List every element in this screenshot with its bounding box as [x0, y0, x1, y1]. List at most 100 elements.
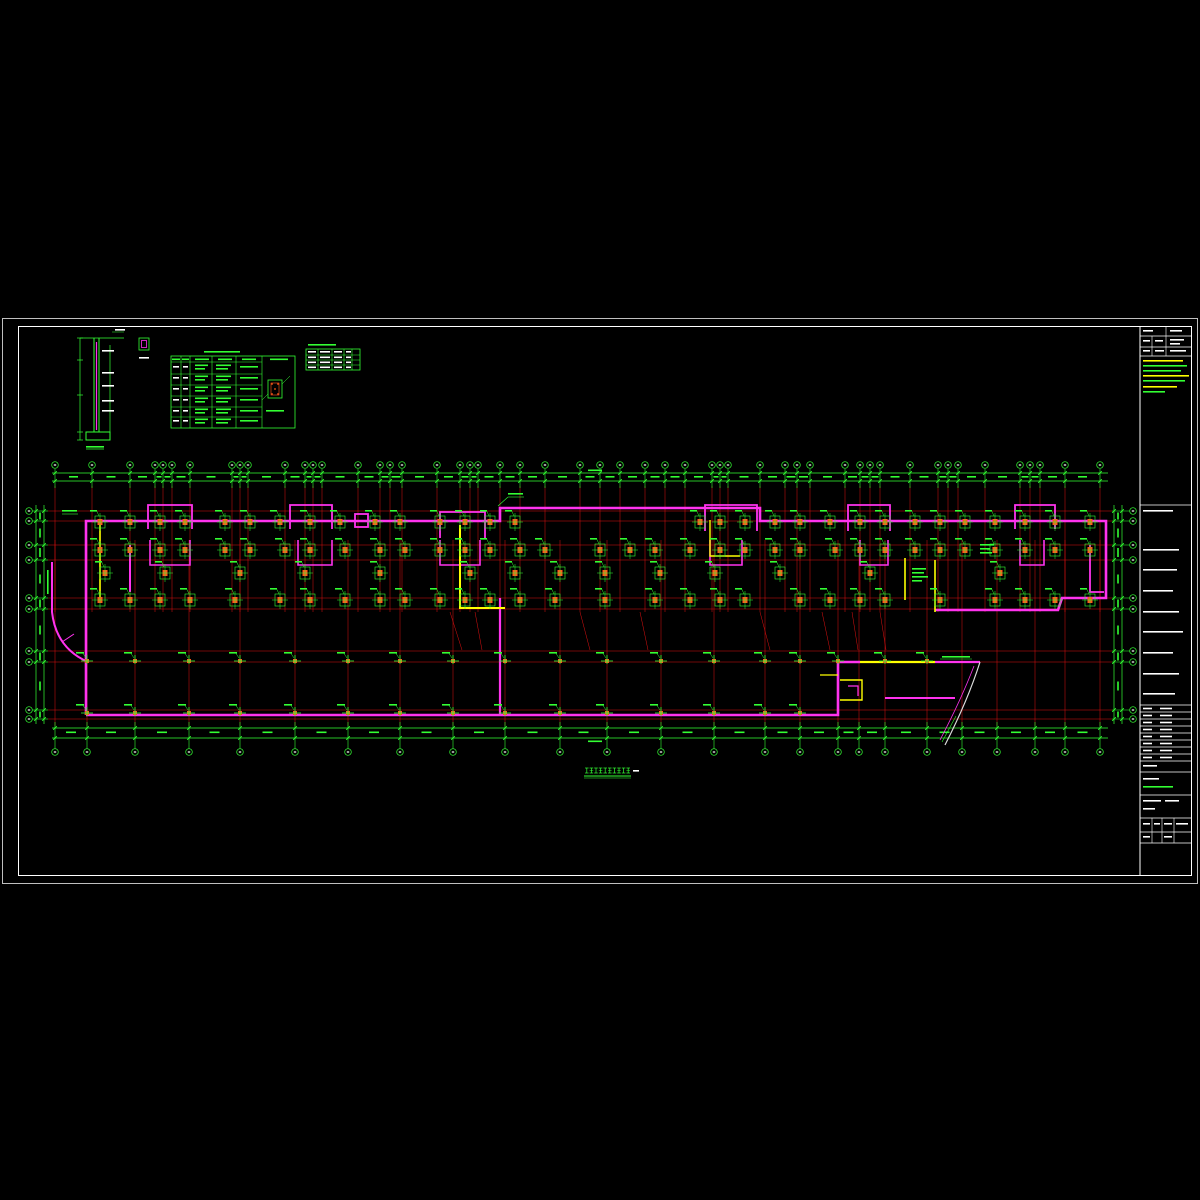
illegible-text-mark: [1143, 765, 1157, 767]
dimension-text-mark: [1011, 731, 1021, 734]
column-tag-mark: [430, 588, 437, 590]
dimension-text-mark: [721, 476, 727, 478]
dimension-text-mark: [364, 476, 374, 478]
dimension-text-mark: [391, 476, 401, 478]
title-block-text-mark: [1160, 721, 1172, 724]
column-tag-mark: [460, 561, 467, 563]
dimension-text-mark: [734, 731, 745, 734]
axis-bubble-label-mark: [1131, 520, 1135, 522]
dimension-text-mark: [901, 731, 911, 734]
wall-section-elevation-mark: [115, 329, 125, 331]
table-cell-mark: [183, 388, 188, 390]
column-tag-mark: [1045, 510, 1052, 512]
column-tag-mark: [850, 510, 857, 512]
dimension-text-mark: [290, 476, 300, 478]
dimension-text-mark: [578, 731, 589, 734]
annotation-text-mark: [980, 544, 994, 546]
axis-bubble-label-mark: [128, 464, 132, 466]
title-block-text-mark: [1143, 652, 1173, 654]
dimension-text-mark: [1117, 574, 1119, 584]
illegible-text-mark: [1143, 800, 1161, 802]
column-tag-mark: [330, 510, 337, 512]
dimension-text-mark: [39, 625, 41, 635]
column-tag-mark: [860, 561, 867, 563]
title-block-text-mark: [1143, 549, 1179, 551]
dimension-text-mark: [861, 476, 869, 478]
column-tag-mark: [95, 561, 102, 563]
axis-bubble-label-mark: [153, 464, 157, 466]
title-block-text-mark: [1160, 707, 1172, 710]
table-cell-mark: [173, 388, 179, 390]
column-tag-mark: [215, 510, 222, 512]
dimension-text-mark: [585, 476, 595, 478]
axis-bubble-label-mark: [27, 544, 31, 546]
annotation-text-mark: [912, 580, 922, 582]
table2-title-mark: [308, 344, 336, 346]
dimension-text-mark: [39, 512, 41, 520]
dimension-text-mark: [558, 476, 567, 478]
axis-bubble-label-mark: [398, 751, 402, 753]
table-cell-mark: [195, 390, 205, 392]
dimension-text-mark: [628, 476, 637, 478]
column-tag-mark: [442, 704, 450, 706]
column-tag-mark: [650, 652, 658, 654]
column-tag-mark: [480, 538, 487, 540]
column-section-rebar: [277, 393, 279, 395]
axis-bubble-label-mark: [518, 464, 522, 466]
column-tag-mark: [985, 588, 992, 590]
table-cell-mark: [183, 366, 188, 368]
column-tag-mark: [494, 704, 502, 706]
column-tag-mark: [230, 561, 237, 563]
column-tag-mark: [595, 561, 602, 563]
axis-bubble-label-mark: [726, 464, 730, 466]
dimension-text-mark: [1117, 548, 1119, 557]
title-block-note-mark: [1143, 380, 1185, 382]
axis-bubble-label-mark: [758, 464, 762, 466]
overall-dimension-text-mark: [588, 740, 602, 743]
column-tag-mark: [710, 538, 717, 540]
dimension-text-mark: [39, 652, 41, 661]
axis-bubble-label-mark: [1131, 510, 1135, 512]
table2-cell-mark: [320, 366, 330, 369]
column-section-rebar: [271, 383, 273, 385]
table-title-mark: [204, 351, 240, 353]
dimension-text-mark: [1078, 476, 1087, 478]
table-cell-mark: [183, 377, 188, 379]
axis-bubble-label-mark: [1098, 464, 1102, 466]
column-tag-mark: [820, 510, 827, 512]
title-block-text-mark: [1160, 749, 1172, 752]
column-tag-mark: [240, 510, 247, 512]
table-cell-mark: [240, 366, 258, 368]
axis-bubble-label-mark: [27, 510, 31, 512]
column-tag-mark: [545, 588, 552, 590]
table-cell-mark: [195, 379, 205, 381]
table-cell-mark: [216, 368, 228, 370]
title-block-text-mark: [1143, 611, 1179, 613]
axis-bubble-label-mark: [956, 464, 960, 466]
dimension-text-mark: [1048, 476, 1057, 478]
title-block-text-mark: [1143, 721, 1152, 724]
title-block-note-mark: [1143, 370, 1181, 372]
column-tag-mark: [825, 538, 832, 540]
column-tag-mark: [120, 588, 127, 590]
dimension-text-mark: [949, 476, 957, 478]
title-block-text-mark: [1143, 714, 1152, 717]
table-cell-mark: [195, 418, 208, 421]
dimension-text-mark: [444, 476, 453, 478]
dimension-text-mark: [1117, 528, 1119, 538]
column-tag-mark: [155, 561, 162, 563]
dimension-text-mark: [39, 528, 41, 538]
column-tag-mark: [90, 510, 97, 512]
cad-drawing-canvas: [0, 0, 1200, 1200]
column-tag-mark: [790, 538, 797, 540]
annotation-text-mark: [508, 493, 523, 495]
axis-bubble-label-mark: [995, 751, 999, 753]
annotation-text-mark: [912, 572, 924, 574]
table-cell-mark: [240, 410, 258, 412]
illegible-text-mark: [1176, 823, 1188, 825]
axis-bubble-label-mark: [605, 751, 609, 753]
column-section-rebar: [271, 393, 273, 395]
column-tag-mark: [710, 510, 717, 512]
dimension-text-mark: [69, 476, 78, 478]
column-tag-mark: [930, 538, 937, 540]
